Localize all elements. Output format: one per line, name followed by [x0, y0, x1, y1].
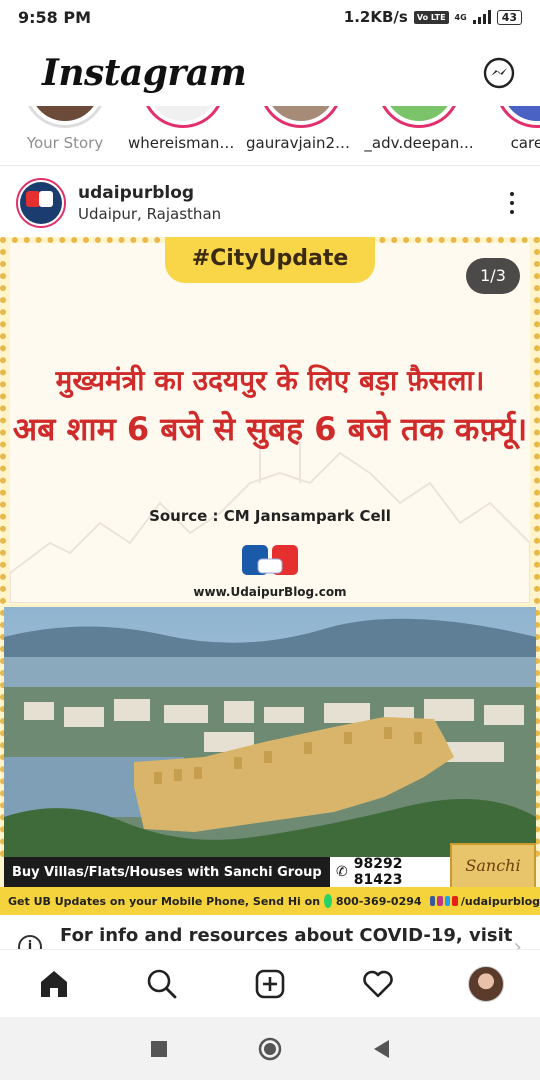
- recents-button[interactable]: [150, 1040, 168, 1058]
- post-username[interactable]: udaipurblog: [78, 183, 500, 203]
- youtube-icon: [452, 896, 458, 906]
- info-icon: i: [18, 935, 42, 949]
- top-bar: Instagram: [0, 40, 540, 106]
- home-button[interactable]: [258, 1037, 282, 1061]
- story-name: carefre: [510, 134, 540, 152]
- search-tab[interactable]: [140, 962, 184, 1006]
- phone-number: 98292 81423: [353, 856, 403, 888]
- instagram-small-icon: [437, 896, 443, 906]
- buy-banner-text: Buy Villas/Flats/Houses with Sanchi Grou…: [12, 864, 322, 880]
- home-icon: [41, 970, 67, 997]
- covid-info-text: For info and resources about COVID-19, v…: [60, 925, 513, 946]
- sanchi-logo: Sanchi: [450, 843, 536, 889]
- carousel-counter: 1/3: [466, 258, 520, 294]
- whatsapp-icon: [324, 894, 332, 908]
- updates-text: Get UB Updates on your Mobile Phone, Sen…: [8, 894, 321, 908]
- battery-icon: 43: [496, 9, 522, 25]
- more-options-icon[interactable]: [500, 188, 524, 218]
- post-media[interactable]: #CityUpdate 1/3 मुख्यमंत्री का उदयपुर के…: [0, 237, 540, 915]
- story-avatar: [141, 106, 225, 128]
- add-post-icon: [255, 969, 285, 998]
- hashtag-banner: #CityUpdate: [165, 237, 375, 283]
- updates-number: 800-369-0294: [335, 894, 422, 908]
- post-location[interactable]: Udaipur, Rajasthan: [78, 205, 500, 223]
- phone-number-box: ✆ 98292 81423: [330, 856, 450, 888]
- headline-line-2: अब शाम 6 बजे से सुबह 6 बजे तक कर्फ़्यू।: [12, 410, 528, 448]
- chevron-right-icon: ›: [513, 935, 522, 949]
- twitter-icon: [444, 896, 451, 906]
- website-text: www.UdaipurBlog.com: [193, 585, 347, 599]
- instagram-logo: Instagram: [42, 52, 247, 94]
- status-time: 9:58 PM: [18, 7, 92, 27]
- profile-avatar: [468, 965, 504, 1002]
- story-avatar: [495, 106, 540, 128]
- post-header: udaipurblog Udaipur, Rajasthan: [0, 170, 540, 236]
- story-name: Your Story: [26, 134, 104, 152]
- volte-icon: Vo LTE: [413, 10, 449, 24]
- facebook-icon: [429, 896, 436, 906]
- story-avatar: [259, 106, 343, 128]
- story-name: _adv.deepan...: [364, 134, 474, 152]
- story-avatar: [23, 106, 107, 128]
- source-text: Source : CM Jansampark Cell: [149, 507, 391, 525]
- signal-icon: [472, 10, 491, 24]
- udaipurblog-logo: [242, 545, 298, 575]
- social-handle: /udaipurblog: [460, 894, 540, 908]
- network-speed: 1.2KB/s: [343, 8, 408, 26]
- search-icon: [147, 969, 177, 998]
- activity-tab[interactable]: [356, 962, 400, 1006]
- profile-tab[interactable]: [464, 962, 508, 1006]
- status-bar: 9:58 PM 1.2KB/s Vo LTE 4G 43: [0, 0, 540, 34]
- covid-info-banner[interactable]: i For info and resources about COVID-19,…: [0, 915, 540, 949]
- network-type: 4G: [454, 12, 467, 22]
- stories-tray: Your Story whereismant... gauravjain20..…: [0, 106, 540, 166]
- headline-line-1: मुख्यमंत्री का उदयपुर के लिए बड़ा फ़ैसला…: [55, 364, 485, 397]
- phone-icon: ✆: [336, 864, 348, 880]
- home-tab[interactable]: [32, 962, 76, 1006]
- updates-banner: Get UB Updates on your Mobile Phone, Sen…: [0, 887, 540, 915]
- udaipur-city-photo: [4, 607, 536, 857]
- post-author-avatar[interactable]: [16, 178, 66, 228]
- heart-icon: [363, 970, 393, 997]
- system-navigation-bar: [0, 1017, 540, 1080]
- messenger-icon[interactable]: [482, 56, 516, 90]
- story-name: gauravjain20...: [246, 134, 356, 152]
- new-post-tab[interactable]: [248, 962, 292, 1006]
- back-button[interactable]: [372, 1039, 390, 1059]
- bottom-navigation: [0, 949, 540, 1017]
- story-name: whereismant...: [128, 134, 238, 152]
- story-avatar: [377, 106, 461, 128]
